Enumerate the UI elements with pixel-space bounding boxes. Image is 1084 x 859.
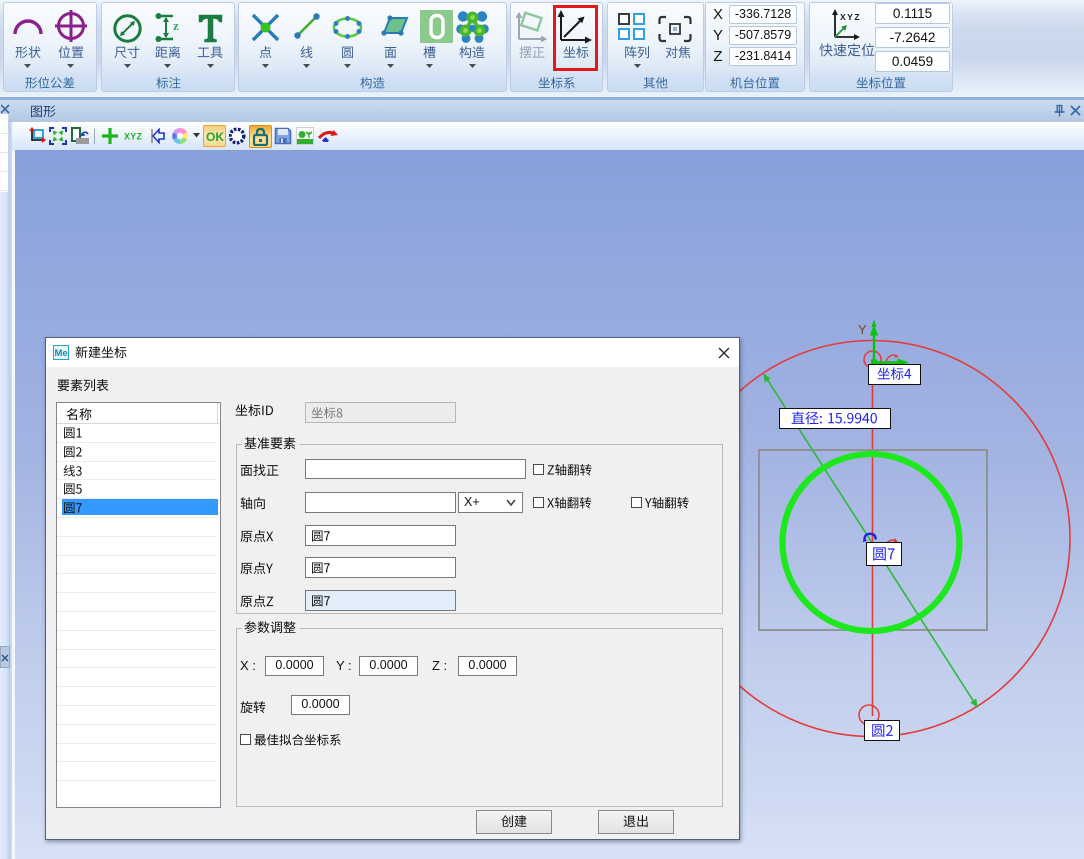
svg-text:Me: Me: [55, 348, 68, 359]
svg-text:XYZ: XYZ: [124, 132, 143, 142]
svg-text:z: z: [173, 18, 179, 33]
svg-text:XYZ: XYZ: [840, 12, 861, 22]
svg-text:OK: OK: [206, 130, 224, 144]
